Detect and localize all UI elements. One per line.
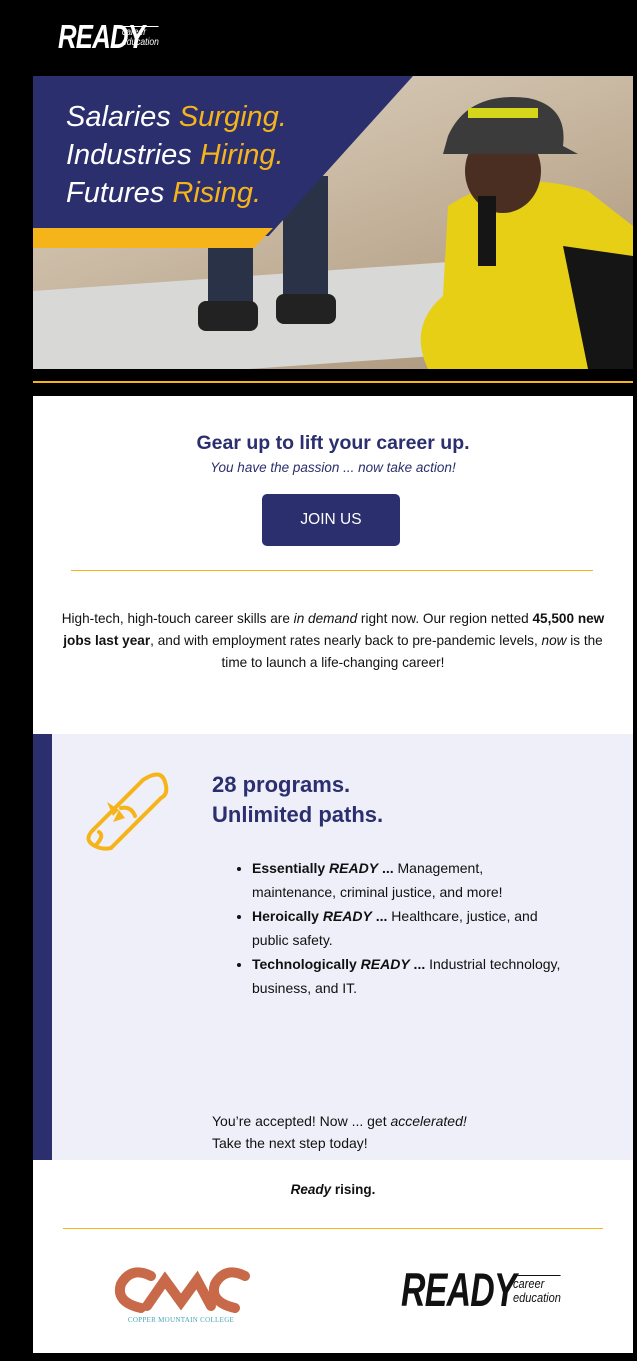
hero-divider [33, 381, 633, 383]
programs-section: 28 programs. Unlimited paths. Essentiall… [33, 734, 633, 1160]
footer-logo-subline: career education [513, 1274, 561, 1305]
list-item: Technologically READY ... Industrial tec… [252, 952, 562, 1000]
join-us-button[interactable]: JOIN US [262, 494, 400, 546]
header: READY career education [0, 0, 637, 76]
email-frame: READY career education Salaries Surging.… [0, 0, 637, 1361]
cta-headline: Gear up to lift your career up. [196, 432, 470, 454]
hero-banner: Salaries Surging. Industries Hiring. Fut… [33, 76, 633, 369]
cta-subhead: You have the passion ... now take action… [210, 460, 456, 475]
email-body: Gear up to lift your career up. You have… [33, 396, 633, 1353]
tagline: Ready rising. [290, 1182, 376, 1197]
section-divider [71, 570, 593, 571]
ready-career-education-logo: READY career education [58, 18, 165, 56]
diploma-icon [86, 772, 169, 851]
programs-title: 28 programs. Unlimited paths. [212, 772, 384, 827]
cmc-monogram-icon [115, 1267, 250, 1313]
hero-gold-stripe [33, 228, 273, 248]
hero-headline: Salaries Surging. Industries Hiring. Fut… [66, 101, 287, 209]
logo-wordmark: READY [58, 18, 145, 55]
logo-subline: career education [122, 26, 159, 48]
list-item: Heroically READY ... Healthcare, justice… [252, 904, 562, 952]
college-name: COPPER MOUNTAIN COLLEGE [127, 1316, 235, 1324]
programs-cta-text: You’re accepted! Now ... get accelerated… [212, 1113, 467, 1151]
footer-logo-wordmark: READY [401, 1263, 517, 1316]
intro-paragraph: High-tech, high-touch career skills are … [61, 611, 605, 670]
copper-mountain-college-logo[interactable]: COPPER MOUNTAIN COLLEGE [111, 1262, 251, 1328]
hero-photo-firefighter [420, 97, 633, 369]
list-item: Essentially READY ... Management, mainte… [252, 856, 562, 904]
programs-list: Essentially READY ... Management, mainte… [226, 856, 562, 1000]
programs-accent-bar [33, 734, 52, 1160]
footer-ready-logo[interactable]: READY career education [401, 1262, 569, 1317]
footer-divider [63, 1228, 603, 1229]
